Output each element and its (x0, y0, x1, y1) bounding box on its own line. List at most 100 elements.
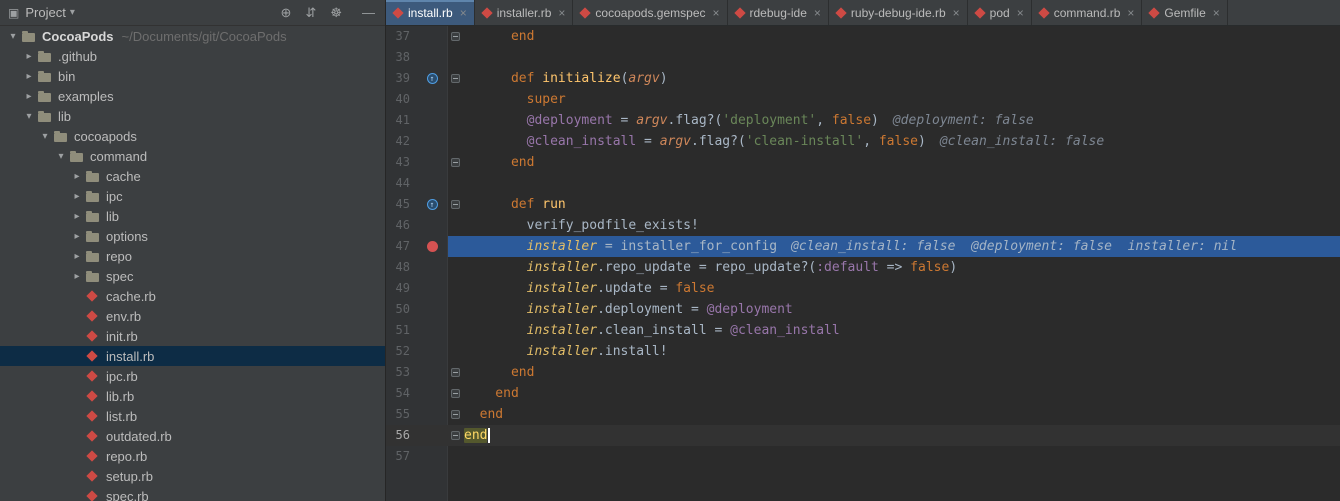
line-number[interactable]: 56 (386, 425, 416, 446)
editor-tab[interactable]: rdebug-ide (728, 0, 829, 25)
code-zone[interactable]: installer.clean_install = @clean_install (448, 320, 1340, 341)
tree-row[interactable]: CocoaPods ~/Documents/git/CocoaPods (0, 26, 385, 46)
fold-column[interactable] (448, 32, 462, 41)
hide-panel-icon[interactable]: — (362, 5, 375, 20)
fold-marker-icon[interactable] (451, 431, 460, 440)
code-line[interactable]: 49 installer.update = false (386, 278, 1340, 299)
code-line[interactable]: 43 end (386, 152, 1340, 173)
fold-marker-icon[interactable] (451, 389, 460, 398)
code-line[interactable]: 48 installer.repo_update = repo_update?(… (386, 257, 1340, 278)
code-line[interactable]: 55 end (386, 404, 1340, 425)
code-zone[interactable]: @clean_install = argv.flag?('clean-insta… (448, 131, 1340, 152)
chevron-down-icon[interactable]: ▾ (70, 7, 75, 18)
tree-row[interactable]: spec.rb (0, 486, 385, 501)
close-tab-icon[interactable] (713, 6, 720, 20)
editor-tab[interactable]: Gemfile (1142, 0, 1227, 25)
code-zone[interactable]: end (448, 26, 1340, 47)
chevron-icon[interactable] (70, 271, 84, 282)
code-line[interactable]: 47 installer = installer_for_config@clea… (386, 236, 1340, 257)
close-tab-icon[interactable] (953, 6, 960, 20)
code-zone[interactable]: installer.deployment = @deployment (448, 299, 1340, 320)
fold-column[interactable] (448, 410, 462, 419)
code-line[interactable]: 56 end (386, 425, 1340, 446)
chevron-icon[interactable] (70, 171, 84, 182)
chevron-icon[interactable] (54, 151, 68, 162)
tree-row[interactable]: repo.rb (0, 446, 385, 466)
tree-row[interactable]: env.rb (0, 306, 385, 326)
fold-marker-icon[interactable] (451, 32, 460, 41)
gutter-icon-cell[interactable] (416, 73, 448, 84)
tree-row[interactable]: install.rb (0, 346, 385, 366)
code-zone[interactable] (448, 173, 1340, 194)
code-line[interactable]: 41 @deployment = argv.flag?('deployment'… (386, 110, 1340, 131)
breakpoint-icon[interactable] (427, 241, 438, 252)
tree-row[interactable]: setup.rb (0, 466, 385, 486)
code-line[interactable]: 44 (386, 173, 1340, 194)
line-number[interactable]: 38 (386, 47, 416, 68)
code-zone[interactable]: installer.repo_update = repo_update?(:de… (448, 257, 1340, 278)
code-zone[interactable]: installer.install! (448, 341, 1340, 362)
tree-row[interactable]: ipc (0, 186, 385, 206)
fold-marker-icon[interactable] (451, 158, 460, 167)
collapse-all-icon[interactable]: ⇵ (305, 5, 316, 21)
close-tab-icon[interactable] (460, 6, 467, 20)
editor-tab[interactable]: ruby-debug-ide.rb (829, 0, 968, 25)
line-number[interactable]: 54 (386, 383, 416, 404)
fold-column[interactable] (448, 431, 462, 440)
code-line[interactable]: 40 super (386, 89, 1340, 110)
line-number[interactable]: 44 (386, 173, 416, 194)
code-zone[interactable]: end (448, 152, 1340, 173)
tree-row[interactable]: repo (0, 246, 385, 266)
fold-marker-icon[interactable] (451, 410, 460, 419)
fold-column[interactable] (448, 74, 462, 83)
close-tab-icon[interactable] (1127, 6, 1134, 20)
tree-row[interactable]: cache.rb (0, 286, 385, 306)
chevron-icon[interactable] (6, 31, 20, 42)
tree-row[interactable]: cache (0, 166, 385, 186)
code-zone[interactable]: installer.update = false (448, 278, 1340, 299)
fold-column[interactable] (448, 158, 462, 167)
code-line[interactable]: 50 installer.deployment = @deployment (386, 299, 1340, 320)
line-number[interactable]: 48 (386, 257, 416, 278)
settings-gear-icon[interactable]: ☸ (330, 5, 342, 21)
tree-row[interactable]: outdated.rb (0, 426, 385, 446)
close-tab-icon[interactable] (1017, 6, 1024, 20)
line-number[interactable]: 43 (386, 152, 416, 173)
tree-row[interactable]: options (0, 226, 385, 246)
code-zone[interactable]: def run (448, 194, 1340, 215)
gutter-icon-cell[interactable] (416, 241, 448, 252)
override-marker-icon[interactable] (427, 73, 438, 84)
chevron-icon[interactable] (22, 91, 36, 102)
line-number[interactable]: 45 (386, 194, 416, 215)
tree-row[interactable]: command (0, 146, 385, 166)
line-number[interactable]: 51 (386, 320, 416, 341)
close-tab-icon[interactable] (1213, 6, 1220, 20)
line-number[interactable]: 46 (386, 215, 416, 236)
code-zone[interactable]: end (448, 362, 1340, 383)
chevron-icon[interactable] (38, 131, 52, 142)
editor-tab[interactable]: installer.rb (475, 0, 574, 25)
code-line[interactable]: 53 end (386, 362, 1340, 383)
fold-column[interactable] (448, 200, 462, 209)
tree-row[interactable]: lib (0, 106, 385, 126)
line-number[interactable]: 37 (386, 26, 416, 47)
tree-row[interactable]: .github (0, 46, 385, 66)
line-number[interactable]: 49 (386, 278, 416, 299)
tree-row[interactable]: bin (0, 66, 385, 86)
tree-row[interactable]: spec (0, 266, 385, 286)
editor-tab[interactable]: install.rb (386, 0, 475, 25)
code-zone[interactable]: verify_podfile_exists! (448, 215, 1340, 236)
chevron-icon[interactable] (70, 231, 84, 242)
editor-tab[interactable]: pod (968, 0, 1032, 25)
line-number[interactable]: 42 (386, 131, 416, 152)
chevron-icon[interactable] (22, 111, 36, 122)
code-line[interactable]: 42 @clean_install = argv.flag?('clean-in… (386, 131, 1340, 152)
tree-row[interactable]: examples (0, 86, 385, 106)
code-line[interactable]: 54 end (386, 383, 1340, 404)
code-zone[interactable]: end (448, 404, 1340, 425)
editor[interactable]: 37 end 38 39 def initialize(argv) 40 su (386, 26, 1340, 501)
tree-row[interactable]: init.rb (0, 326, 385, 346)
code-line[interactable]: 38 (386, 47, 1340, 68)
chevron-icon[interactable] (70, 211, 84, 222)
fold-column[interactable] (448, 389, 462, 398)
